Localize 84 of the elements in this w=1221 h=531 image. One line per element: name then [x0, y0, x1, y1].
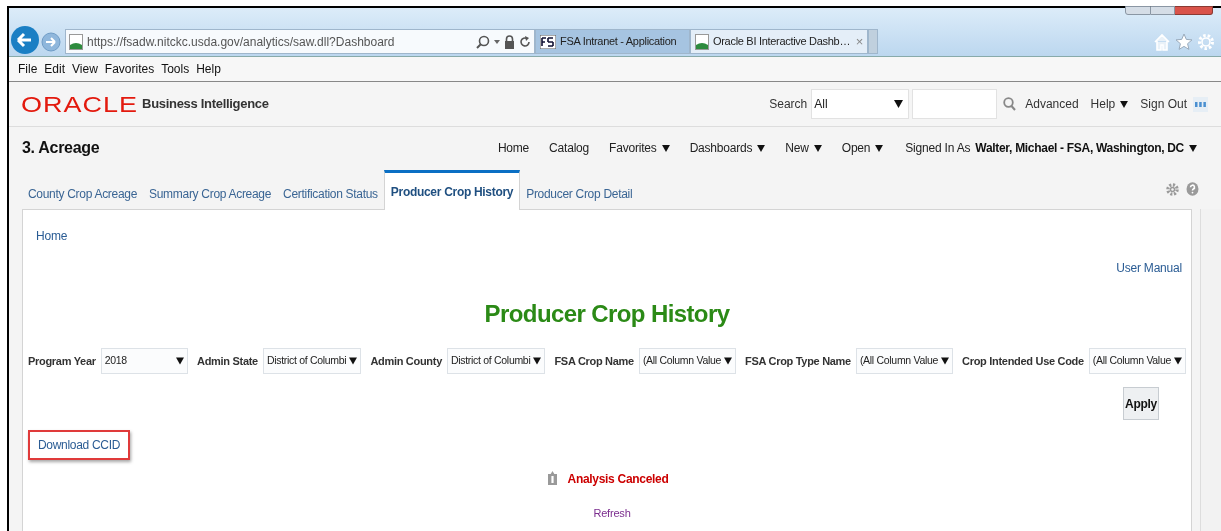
menu-link[interactable]: Dashboards [689, 139, 766, 157]
menu-item[interactable]: Help [196, 60, 221, 78]
caret-icon [941, 357, 950, 365]
signed-in-label: Signed In As [905, 140, 971, 157]
prompt-select[interactable]: (All Column Value [1088, 348, 1186, 374]
status-message: Analysis Canceled [567, 471, 669, 488]
menu-item[interactable]: File [18, 60, 38, 78]
site-favicon [540, 34, 556, 49]
menu-item[interactable]: Edit [44, 60, 66, 78]
search-field[interactable] [912, 89, 998, 119]
refresh-icon[interactable] [519, 34, 531, 49]
back-icon[interactable] [10, 25, 40, 55]
page-title: Producer Crop History [484, 299, 730, 329]
forward-icon[interactable] [41, 32, 61, 52]
caret-icon [757, 144, 766, 152]
menu-link[interactable]: Help [1090, 95, 1129, 113]
close-button[interactable] [1175, 6, 1213, 15]
prompt-label: Crop Intended Use Code [962, 353, 1084, 369]
caret-icon [724, 357, 733, 365]
lock-icon [504, 34, 515, 49]
browser-tab[interactable]: Oracle BI Interactive Dashb… × [690, 29, 868, 54]
caret-icon [661, 144, 670, 152]
search-scope-select[interactable]: All [811, 89, 910, 119]
user-manual-link[interactable]: User Manual [1116, 259, 1182, 277]
refresh-link[interactable]: Refresh [593, 505, 631, 522]
prompt-label: Admin State [197, 353, 258, 369]
address-bar[interactable]: https://fsadw.nitckc.usda.gov/analytics/saw.dll?Dashboard [65, 29, 535, 54]
menu-item[interactable]: View [72, 60, 98, 78]
breadcrumb-link[interactable]: Home [36, 227, 68, 245]
product-name: Business Intelligence [142, 95, 269, 114]
user-menu[interactable]: Walter, Michael - FSA, Washington, DC [975, 139, 1197, 157]
home-icon[interactable] [1153, 33, 1171, 51]
caret-icon[interactable] [494, 39, 500, 44]
caret-icon [894, 100, 904, 108]
help-icon[interactable] [1186, 182, 1199, 196]
apply-button[interactable]: Apply [1123, 387, 1159, 420]
star-icon[interactable] [1175, 33, 1193, 51]
download-link[interactable]: Download CCID [28, 430, 131, 460]
dashboard-tab[interactable]: County Crop Acreage [22, 179, 144, 209]
prompt-select[interactable]: District of Columbi [446, 348, 546, 374]
header-link[interactable]: Sign Out [1140, 95, 1187, 113]
dashboard-tab[interactable]: Summary Crop Acreage [143, 179, 278, 209]
settings-icon[interactable] [1166, 182, 1179, 196]
caret-icon [875, 144, 884, 152]
caret-icon [1174, 357, 1182, 365]
minimize-button[interactable] [1125, 6, 1151, 15]
search-icon[interactable] [476, 34, 490, 49]
url-text: https://fsadw.nitckc.usda.gov/analytics/saw.dll?Dashboard [87, 33, 395, 51]
site-favicon [695, 33, 709, 50]
menu-link[interactable]: New [785, 139, 822, 157]
prompt-select[interactable]: District of Columbi [262, 348, 362, 374]
prompt-label: Program Year [28, 353, 96, 369]
site-favicon [69, 33, 83, 50]
dashboard-tab[interactable]: Producer Crop History [383, 170, 521, 210]
prompt-label: FSA Crop Name [554, 353, 634, 369]
caret-icon [813, 144, 822, 152]
prompt-label: FSA Crop Type Name [745, 353, 851, 369]
apps-icon[interactable] [1193, 96, 1208, 112]
logo: ORACLE [21, 92, 139, 116]
prompt-select[interactable]: (All Column Value [855, 348, 954, 374]
search-icon[interactable] [1003, 97, 1017, 111]
header-link[interactable]: Advanced [1025, 95, 1079, 113]
caret-icon [1189, 144, 1197, 152]
empty-tab[interactable] [868, 29, 878, 54]
nav-link[interactable]: Home [497, 139, 530, 157]
menu-item[interactable]: Favorites [104, 60, 155, 78]
maximize-button[interactable] [1151, 6, 1175, 15]
prompt-select[interactable]: 2018 [100, 348, 188, 374]
dashboard-title: 3. Acreage [22, 138, 100, 158]
caret-icon [1120, 100, 1129, 108]
browser-tab[interactable]: FSA Intranet - Application [535, 29, 690, 54]
dashboard-tab[interactable]: Producer Crop Detail [520, 179, 639, 209]
info-icon [545, 470, 559, 488]
nav-link[interactable]: Catalog [549, 139, 590, 157]
prompt-label: Admin County [370, 353, 442, 369]
menu-link[interactable]: Favorites [609, 139, 670, 157]
caret-icon [349, 357, 358, 365]
search-label: Search [769, 96, 808, 113]
menu-link[interactable]: Open [841, 139, 884, 157]
caret-icon [533, 357, 542, 365]
prompt-select[interactable]: (All Column Value [638, 348, 737, 374]
menu-item[interactable]: Tools [161, 60, 190, 78]
caret-icon [176, 357, 184, 365]
dashboard-tab[interactable]: Certification Status [277, 179, 384, 209]
